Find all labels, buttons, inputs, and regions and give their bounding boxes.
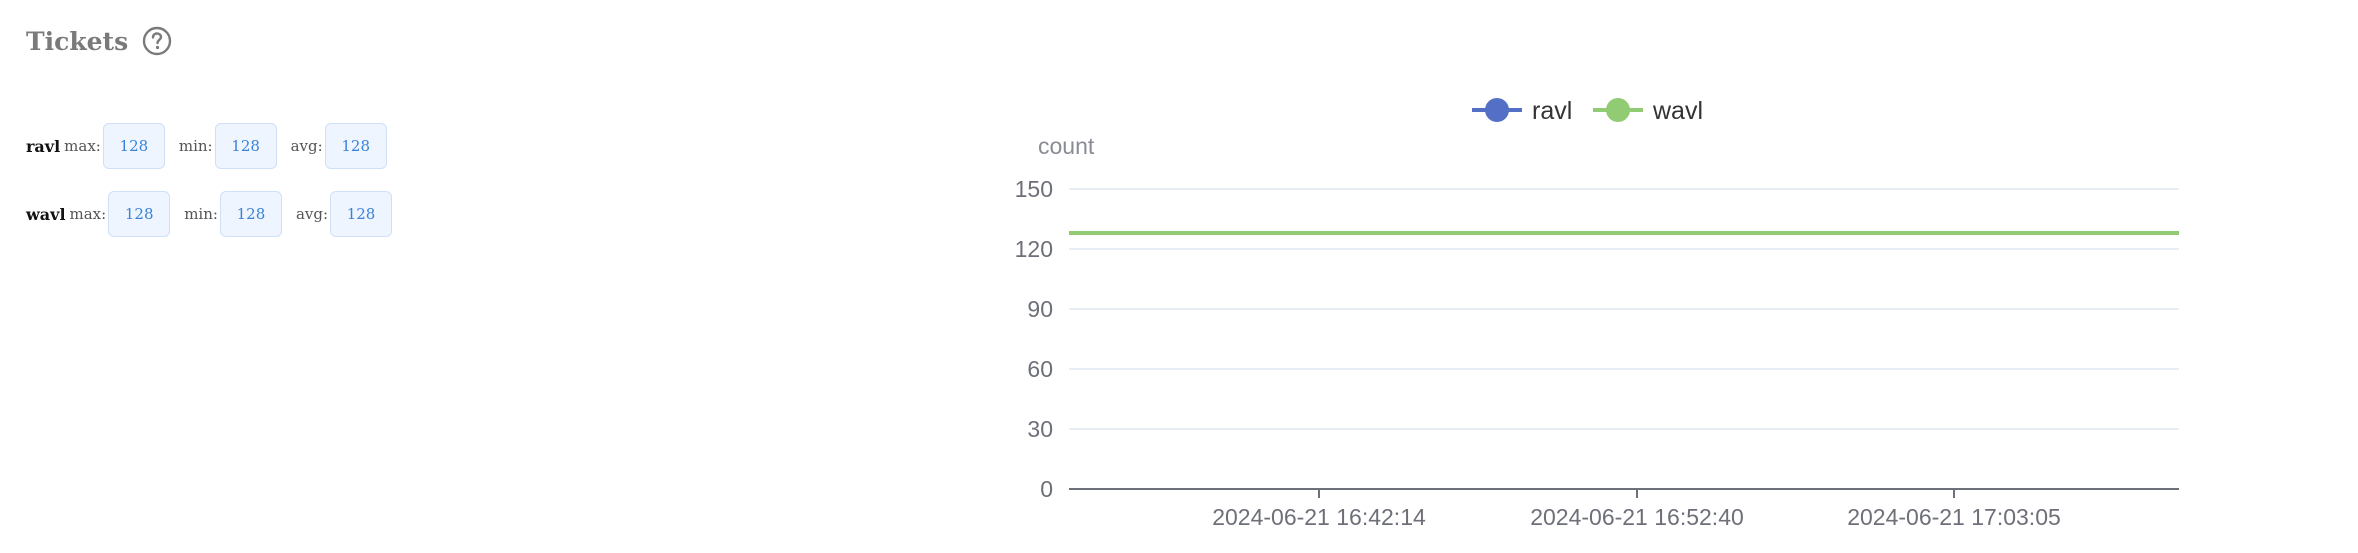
- stat-name: wavl: [26, 204, 66, 224]
- min-value-badge: 128: [219, 191, 282, 237]
- max-label: max:: [69, 205, 107, 223]
- panel-title: Tickets: [26, 26, 129, 56]
- stats-list: ravl max: 128 min: 128 avg: 128 wavl max…: [26, 122, 406, 258]
- legend-label-ravl: ravl: [1532, 97, 1572, 125]
- y-tick-label: 90: [1027, 296, 1053, 322]
- max-value-badge: 128: [102, 123, 165, 169]
- x-tick-label: 2024-06-21 17:03:05: [1847, 504, 2061, 530]
- stat-name: ravl: [26, 136, 61, 156]
- min-label: min:: [178, 137, 213, 155]
- y-tick-label: 150: [1015, 176, 1053, 202]
- x-tick-label: 2024-06-21 16:52:40: [1530, 504, 1744, 530]
- max-label: max:: [64, 137, 101, 155]
- avg-value-badge: 128: [330, 191, 393, 237]
- y-tick-label: 30: [1027, 416, 1053, 442]
- legend-label-wavl: wavl: [1652, 97, 1703, 125]
- min-value-badge: 128: [214, 123, 277, 169]
- y-tick-label: 0: [1040, 476, 1053, 502]
- y-tick-label: 120: [1015, 236, 1053, 262]
- tickets-panel: Tickets ravl max: 128 min: 128 avg: 128 …: [0, 0, 2358, 548]
- stat-row-wavl: wavl max: 128 min: 128 avg: 128: [26, 190, 406, 238]
- x-tick-label: 2024-06-21 16:42:14: [1212, 504, 1426, 530]
- question-circle-icon[interactable]: [142, 26, 172, 56]
- y-axis-label: count: [1038, 133, 1095, 159]
- max-value-badge: 128: [108, 191, 171, 237]
- min-label: min:: [184, 205, 218, 223]
- panel-header: Tickets: [26, 26, 172, 56]
- avg-label: avg:: [290, 137, 323, 155]
- chart-svg: 0 30 60 90 120 150 count 2024-06-21 16:42:14 202…: [1015, 97, 2179, 530]
- y-tick-label: 60: [1027, 356, 1053, 382]
- stat-row-ravl: ravl max: 128 min: 128 avg: 128: [26, 122, 406, 170]
- avg-label: avg:: [295, 205, 329, 223]
- legend-marker-ravl: [1485, 98, 1509, 122]
- legend-marker-wavl: [1606, 98, 1630, 122]
- avg-value-badge: 128: [324, 123, 387, 169]
- line-chart: 0 30 60 90 120 150 count 2024-06-21 16:42:14 202…: [980, 80, 2240, 548]
